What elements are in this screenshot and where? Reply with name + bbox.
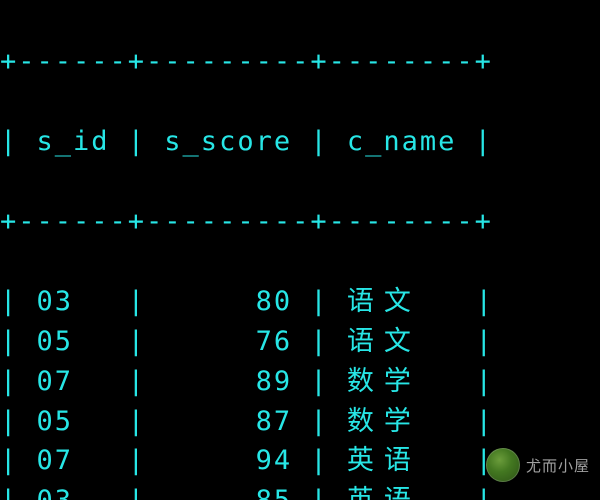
- table-header: | s_id | s_score | c_name |: [0, 122, 600, 162]
- table-row: | 03 | 85 | 英语 |: [0, 481, 600, 500]
- wechat-watermark: 尤而小屋: [486, 448, 590, 482]
- table-row: | 07 | 89 | 数学 |: [0, 362, 600, 402]
- table-row: | 03 | 80 | 语文 |: [0, 282, 600, 322]
- table-border: +------+---------+--------+: [0, 42, 600, 82]
- mysql-terminal-output: +------+---------+--------+ | s_id | s_s…: [0, 0, 600, 500]
- table-border: +------+---------+--------+: [0, 202, 600, 242]
- table-row: | 05 | 87 | 数学 |: [0, 402, 600, 442]
- avatar: [486, 448, 520, 482]
- watermark-name: 尤而小屋: [526, 455, 590, 476]
- table-row: | 05 | 76 | 语文 |: [0, 322, 600, 362]
